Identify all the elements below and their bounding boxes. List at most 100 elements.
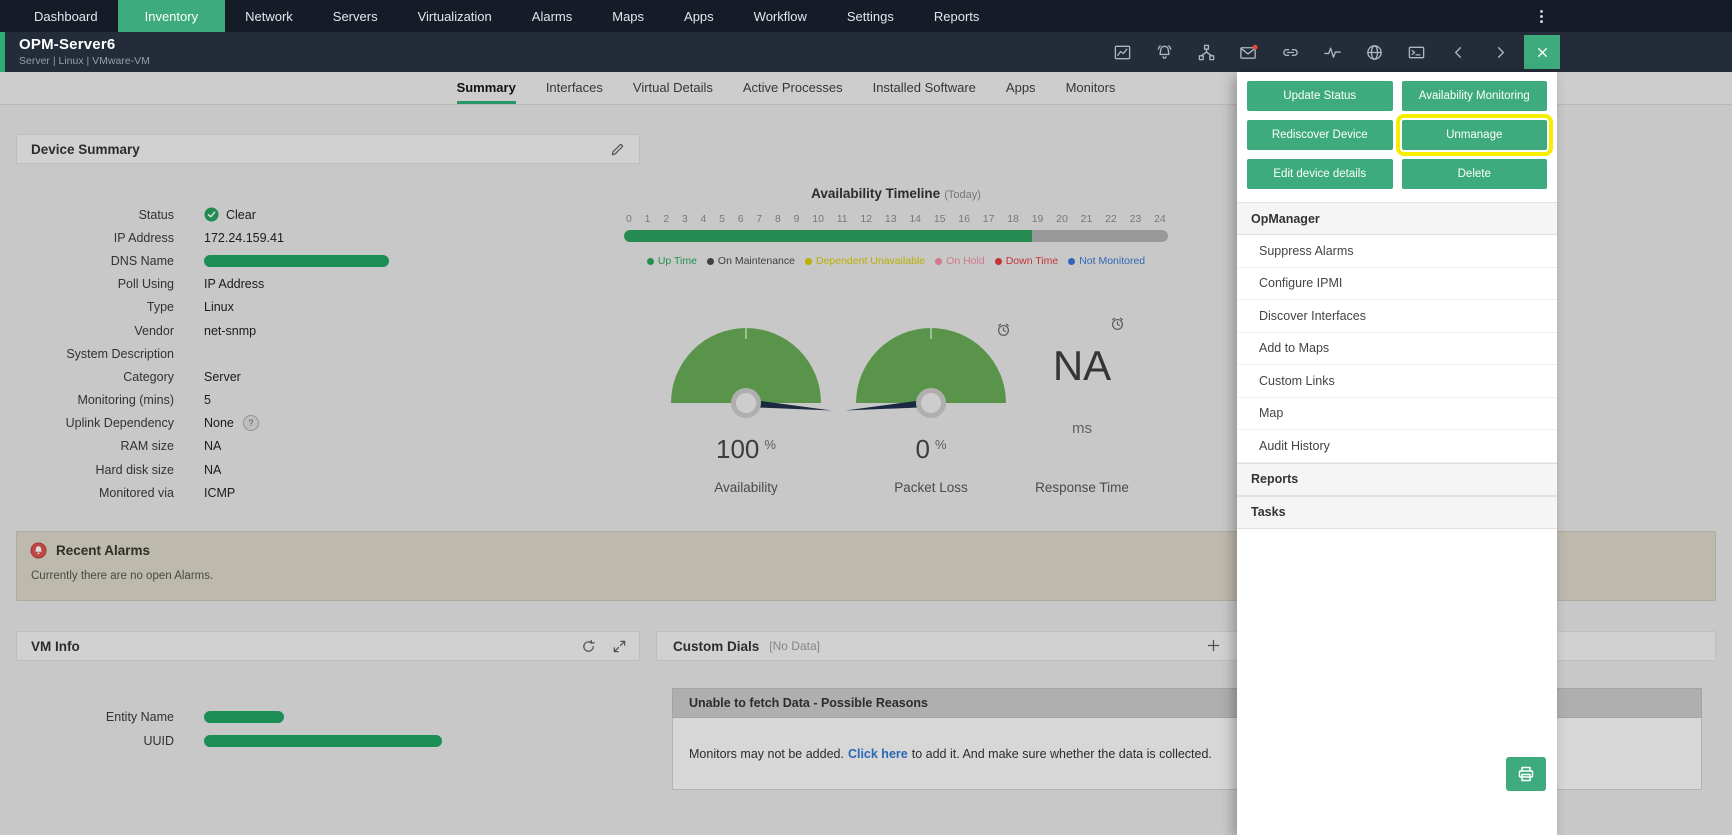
timeline-title: Availability Timeline (Today) xyxy=(622,186,1170,201)
nav-item-reports[interactable]: Reports xyxy=(914,0,1000,32)
refresh-icon[interactable] xyxy=(581,639,596,654)
custom-dials-no-data-badge: [No Data] xyxy=(769,639,820,653)
summary-field-vendor: Vendor net-snmp xyxy=(16,319,636,342)
edit-pencil-icon[interactable] xyxy=(610,142,625,157)
nav-item-workflow[interactable]: Workflow xyxy=(734,0,827,32)
topology-icon[interactable] xyxy=(1197,43,1216,62)
timeline-tick: 23 xyxy=(1129,213,1142,225)
menu-button-delete[interactable]: Delete xyxy=(1401,159,1547,189)
legend-down-time: Down Time xyxy=(994,255,1058,267)
tab-interfaces[interactable]: Interfaces xyxy=(546,72,603,104)
legend-dot xyxy=(935,257,943,265)
nav-item-alarms[interactable]: Alarms xyxy=(512,0,592,32)
field-label: Vendor xyxy=(134,323,174,338)
field-value: NA xyxy=(204,439,222,454)
menu-section-reports[interactable]: Reports xyxy=(1237,462,1557,496)
alarm-icon[interactable] xyxy=(1155,43,1174,62)
menu-button-edit-device-details[interactable]: Edit device details xyxy=(1247,159,1393,189)
threshold-clock-icon[interactable] xyxy=(1110,316,1125,331)
tab-installed-software[interactable]: Installed Software xyxy=(873,72,976,104)
print-button[interactable] xyxy=(1506,757,1546,791)
prev-icon[interactable] xyxy=(1449,43,1468,62)
field-label: DNS Name xyxy=(110,253,174,268)
timeline-tick: 17 xyxy=(982,213,995,225)
menu-item-map[interactable]: Map xyxy=(1237,398,1557,430)
mail-icon[interactable] xyxy=(1239,43,1258,62)
menu-item-custom-links[interactable]: Custom Links xyxy=(1237,365,1557,398)
menu-section-tasks[interactable]: Tasks xyxy=(1237,495,1557,529)
legend-dot xyxy=(994,257,1002,265)
legend-dot xyxy=(804,257,812,265)
field-label: RAM size xyxy=(120,439,174,454)
nav-item-apps[interactable]: Apps xyxy=(664,0,734,32)
summary-field-monitoring-mins: Monitoring (mins) 5 xyxy=(16,389,636,412)
packet-loss-value: 0 xyxy=(915,434,930,464)
menu-item-suppress-alarms[interactable]: Suppress Alarms xyxy=(1237,235,1557,268)
field-value: Clear xyxy=(204,207,256,222)
tab-active-processes[interactable]: Active Processes xyxy=(743,72,843,104)
menu-item-discover-interfaces[interactable]: Discover Interfaces xyxy=(1237,300,1557,333)
vm-field-entity-name: Entity Name xyxy=(16,705,442,729)
tab-summary[interactable]: Summary xyxy=(456,72,516,104)
plus-icon[interactable] xyxy=(1206,638,1221,653)
chart-icon[interactable] xyxy=(1113,43,1132,62)
link-icon[interactable] xyxy=(1281,43,1300,62)
nav-item-servers[interactable]: Servers xyxy=(313,0,398,32)
summary-field-ram-size: RAM size NA xyxy=(16,435,636,458)
alarm-icon xyxy=(30,542,47,559)
field-value xyxy=(204,711,284,723)
gauge-hub xyxy=(916,388,946,418)
error-message-before: Monitors may not be added. xyxy=(689,746,844,761)
nav-item-virtualization[interactable]: Virtualization xyxy=(398,0,512,32)
vm-field-uuid: UUID xyxy=(16,729,442,753)
custom-dials-header: Custom Dials [No Data] xyxy=(656,631,1716,661)
summary-field-category: Category Server xyxy=(16,365,636,388)
menu-button-unmanage[interactable]: Unmanage xyxy=(1395,114,1553,156)
summary-field-status: Status Clear xyxy=(16,203,636,226)
timeline-tick: 0 xyxy=(626,213,632,225)
field-label: UUID xyxy=(143,734,174,748)
legend-on-maintenance: On Maintenance xyxy=(706,255,795,267)
timeline-tick: 3 xyxy=(681,213,688,225)
menu-button-update-status[interactable]: Update Status xyxy=(1247,81,1393,111)
tab-monitors[interactable]: Monitors xyxy=(1066,72,1116,104)
pulse-icon[interactable] xyxy=(1323,43,1342,62)
nav-item-network[interactable]: Network xyxy=(225,0,313,32)
field-label: Hard disk size xyxy=(95,462,175,477)
availability-gauge: 100% Availability xyxy=(656,328,836,513)
response-time-unit: ms xyxy=(1072,420,1092,437)
menu-button-availability-monitoring[interactable]: Availability Monitoring xyxy=(1401,81,1547,111)
legend-dependent-unavailable: Dependent Unavailable xyxy=(804,255,925,267)
expand-icon[interactable] xyxy=(612,639,627,654)
threshold-clock-icon[interactable] xyxy=(996,322,1011,337)
click-here-link[interactable]: Click here xyxy=(848,747,908,761)
timeline-ticks: 0 1 2 3 4 5 6 7 8 9 10 11 12 13 14 15 16 17 18 19 20 21 22 23 24 xyxy=(626,213,1166,225)
nav-item-maps[interactable]: Maps xyxy=(592,0,664,32)
field-value: Server xyxy=(204,369,241,384)
device-header: OPM-Server6 Server | Linux | VMware-VM xyxy=(0,32,1732,72)
console-icon[interactable] xyxy=(1407,43,1426,62)
timeline-tick: 24 xyxy=(1154,213,1166,225)
menu-section-opmanager[interactable]: OpManager xyxy=(1237,202,1557,235)
device-subtitle: Server | Linux | VMware-VM xyxy=(19,55,150,67)
globe-icon[interactable] xyxy=(1365,43,1384,62)
timeline-tick: 9 xyxy=(793,213,800,225)
menu-item-audit-history[interactable]: Audit History xyxy=(1237,430,1557,463)
close-button[interactable] xyxy=(1524,35,1560,69)
tab-virtual-details[interactable]: Virtual Details xyxy=(633,72,713,104)
field-value xyxy=(204,735,442,747)
menu-button-rediscover-device[interactable]: Rediscover Device xyxy=(1247,120,1393,150)
legend-on-hold: On Hold xyxy=(935,255,985,267)
field-value xyxy=(204,254,389,267)
nav-item-dashboard[interactable]: Dashboard xyxy=(14,0,118,32)
nav-item-inventory[interactable]: Inventory xyxy=(117,0,226,32)
field-value: NA xyxy=(204,462,222,477)
next-icon[interactable] xyxy=(1491,43,1510,62)
nav-item-settings[interactable]: Settings xyxy=(827,0,914,32)
tab-apps[interactable]: Apps xyxy=(1006,72,1036,104)
help-badge[interactable]: ? xyxy=(242,415,259,432)
menu-item-configure-ipmi[interactable]: Configure IPMI xyxy=(1237,268,1557,300)
menu-item-add-to-maps[interactable]: Add to Maps xyxy=(1237,333,1557,365)
field-value: None? xyxy=(204,415,259,432)
kebab-menu-icon[interactable] xyxy=(1530,0,1552,32)
